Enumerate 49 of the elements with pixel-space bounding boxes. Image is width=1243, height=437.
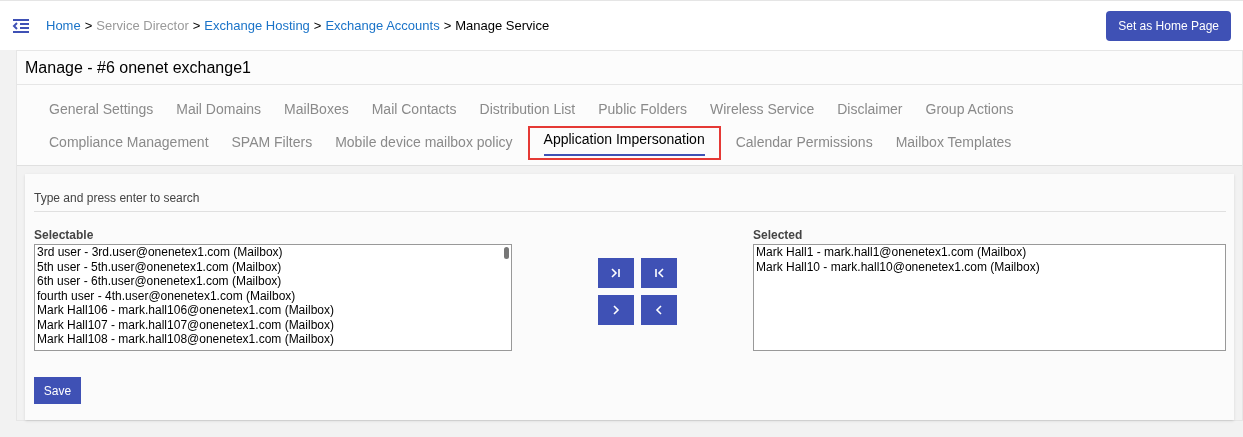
breadcrumb-separator: > bbox=[443, 16, 452, 35]
breadcrumb-separator: > bbox=[84, 16, 93, 35]
breadcrumb-current: Manage Service bbox=[455, 16, 550, 35]
tab[interactable]: Distribution List bbox=[471, 94, 584, 125]
chevron-left-icon bbox=[653, 304, 665, 316]
search-field[interactable]: Type and press enter to search bbox=[34, 184, 1226, 212]
breadcrumb-separator: > bbox=[313, 16, 322, 35]
tab[interactable]: Disclaimer bbox=[829, 94, 911, 125]
tab[interactable]: Wireless Service bbox=[701, 94, 823, 125]
breadcrumb-link[interactable]: Exchange Accounts bbox=[325, 15, 440, 36]
chevron-bar-right-icon bbox=[610, 267, 622, 279]
tab[interactable]: Application Impersonation bbox=[527, 125, 721, 160]
list-option[interactable]: Mark Hall107 - mark.hall107@onenetex1.com (Mailbox) bbox=[37, 317, 334, 332]
chevron-right-icon bbox=[610, 304, 622, 316]
tab[interactable]: MailBoxes bbox=[276, 94, 357, 125]
list-option[interactable]: fourth user - 4th.user@onenetex1.com (Mailbox) bbox=[37, 288, 296, 303]
bar-chevron-left-icon bbox=[653, 267, 665, 279]
tab[interactable]: Mobile device mailbox policy bbox=[327, 127, 521, 158]
selectable-label: Selectable bbox=[34, 227, 95, 244]
breadcrumb-separator: > bbox=[192, 16, 201, 35]
selected-list[interactable]: Mark Hall1 - mark.hall1@onenetex1.com (Mailbox) Mark Hall10 - mark.hall10@onenetex1.com (Mailbox) bbox=[753, 244, 1226, 351]
breadcrumb-link[interactable]: Home bbox=[46, 15, 81, 36]
breadcrumb-link[interactable]: Exchange Hosting bbox=[204, 15, 310, 36]
save-button[interactable]: Save bbox=[34, 377, 81, 404]
list-option[interactable]: 5th user - 5th.user@onenetex1.com (Mailbox) bbox=[37, 259, 282, 274]
selected-label: Selected bbox=[753, 227, 804, 244]
tab[interactable]: Mail Contacts bbox=[363, 94, 465, 125]
page-title: Manage - #6 onenet exchange1 bbox=[17, 51, 1242, 85]
move-button[interactable] bbox=[598, 258, 634, 288]
list-option[interactable]: 6th user - 6th.user@onenetex1.com (Mailbox) bbox=[37, 274, 282, 289]
move-button[interactable] bbox=[598, 295, 634, 325]
move-button[interactable] bbox=[641, 258, 677, 288]
list-option[interactable]: 3rd user - 3rd.user@onenetex1.com (Mailbox) bbox=[37, 245, 283, 260]
tab[interactable]: Group Actions bbox=[917, 94, 1022, 125]
tab[interactable]: Calendar Permissions bbox=[727, 127, 881, 158]
set-home-page-button[interactable]: Set as Home Page bbox=[1106, 10, 1231, 41]
tab[interactable]: General Settings bbox=[41, 94, 162, 125]
selectable-list[interactable] bbox=[34, 244, 512, 351]
tab[interactable]: SPAM Filters bbox=[223, 127, 321, 158]
list-option[interactable]: Mark Hall1 - mark.hall1@onenetex1.com (Mailbox) bbox=[756, 245, 1223, 260]
tab[interactable]: Public Folders bbox=[590, 94, 695, 125]
list-option[interactable]: Mark Hall108 - mark.hall108@onenetex1.com (Mailbox) bbox=[37, 332, 334, 347]
tab[interactable]: Compliance Management bbox=[41, 127, 217, 158]
menu-collapse-icon[interactable] bbox=[12, 17, 30, 34]
tab[interactable]: Mail Domains bbox=[168, 94, 270, 125]
list-option[interactable]: Mark Hall10 - mark.hall10@onenetex1.com (Mailbox) bbox=[756, 259, 1223, 274]
tab[interactable]: Mailbox Templates bbox=[887, 127, 1020, 158]
scrollbar-thumb[interactable] bbox=[504, 247, 509, 259]
list-option[interactable]: Mark Hall106 - mark.hall106@onenetex1.com (Mailbox) bbox=[37, 303, 334, 318]
